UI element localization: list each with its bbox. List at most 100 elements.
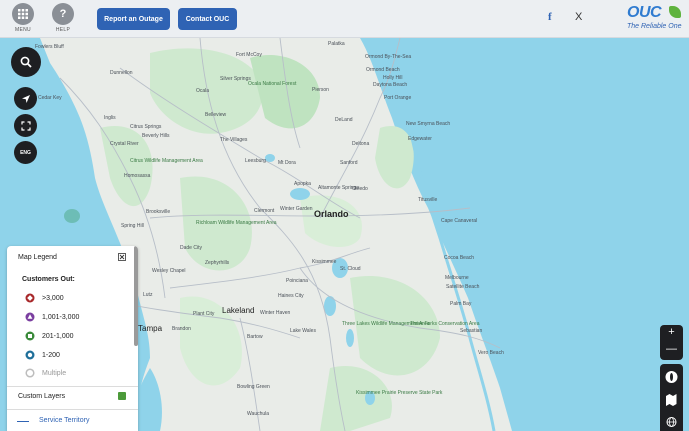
place-label: Deltona xyxy=(352,141,370,147)
place-label: Port Orange xyxy=(384,95,412,101)
place-label: Lake Wales xyxy=(290,328,316,334)
report-outage-button[interactable]: Report an Outage xyxy=(97,8,170,30)
legend-subtitle: Customers Out: xyxy=(22,276,75,283)
place-label: Clermont xyxy=(254,208,275,214)
globe-icon[interactable] xyxy=(660,415,683,429)
legend-title: Map Legend xyxy=(18,254,57,261)
park-label: Three Forks Conservation Area xyxy=(410,321,480,327)
menu-label: MENU xyxy=(15,27,31,33)
place-label: Silver Springs xyxy=(220,76,251,82)
place-label: Tampa xyxy=(138,324,163,333)
place-label: Mt Dora xyxy=(278,160,296,166)
place-label: Orlando xyxy=(314,209,349,219)
legend-item: 1-200 xyxy=(25,350,60,360)
place-label: Dade City xyxy=(180,245,202,251)
fullscreen-icon xyxy=(20,120,31,131)
top-header: MENU ? HELP Report an Outage Contact OUC… xyxy=(0,0,689,38)
legend-item-label: Multiple xyxy=(42,369,67,377)
place-label: Spring Hill xyxy=(121,223,144,229)
place-label: Ormond By-The-Sea xyxy=(365,54,412,60)
divider xyxy=(7,386,138,387)
map-tools xyxy=(660,364,683,431)
search-button[interactable] xyxy=(11,47,41,77)
place-label: Daytona Beach xyxy=(373,82,408,88)
service-territory-line-icon xyxy=(17,421,29,422)
place-label: Brooksville xyxy=(146,209,171,215)
place-label: Satellite Beach xyxy=(446,284,480,290)
place-label: Winter Garden xyxy=(280,206,313,212)
place-label: Bowling Green xyxy=(237,384,270,390)
fullscreen-button[interactable] xyxy=(14,114,37,137)
custom-layers-checkbox[interactable] xyxy=(118,392,126,400)
place-label: Cape Canaveral xyxy=(441,218,478,224)
place-label: St. Cloud xyxy=(340,266,361,272)
locate-button[interactable] xyxy=(14,87,37,110)
legend-item-label: 1-200 xyxy=(42,351,60,359)
zoom-control: + — xyxy=(660,325,683,360)
menu-button[interactable] xyxy=(12,3,34,25)
place-label: Vero Beach xyxy=(478,350,504,356)
ouc-logo[interactable]: OUC xyxy=(627,4,662,22)
facebook-icon[interactable]: f xyxy=(548,11,552,23)
x-twitter-icon[interactable]: X xyxy=(575,11,582,23)
compass-icon[interactable] xyxy=(660,367,683,389)
place-label: Wesley Chapel xyxy=(152,268,186,274)
place-label: Beverly Hills xyxy=(142,133,170,139)
place-label: Wauchula xyxy=(247,411,270,417)
place-label: Crystal River xyxy=(110,141,139,147)
grid-icon xyxy=(18,9,28,19)
place-label: Titusville xyxy=(418,197,438,203)
place-label: New Smyrna Beach xyxy=(406,121,451,127)
leaf-icon xyxy=(669,6,681,18)
custom-layers-label: Custom Layers xyxy=(18,393,66,400)
question-icon: ? xyxy=(59,8,67,20)
place-label: Inglis xyxy=(104,115,116,121)
place-label: Sanford xyxy=(340,160,358,166)
search-icon xyxy=(20,56,32,68)
place-label: Fowlers Bluff xyxy=(35,44,64,50)
language-button[interactable]: ENG xyxy=(14,141,37,164)
place-label: DeLand xyxy=(335,117,353,123)
place-label: The Villages xyxy=(220,137,248,143)
place-label: Edgewater xyxy=(408,136,432,142)
legend-item: 201-1,000 xyxy=(25,331,74,341)
place-label: Ormond Beach xyxy=(366,67,400,73)
layers-icon[interactable] xyxy=(660,392,683,408)
place-label: Cedar Key xyxy=(38,95,62,101)
park-label: Richloam Wildlife Management Area xyxy=(196,220,277,226)
place-label: Poinciana xyxy=(286,278,308,284)
contact-button[interactable]: Contact OUC xyxy=(178,8,237,30)
divider xyxy=(7,409,138,410)
zoom-in-button[interactable]: + xyxy=(660,326,683,338)
place-label: Haines City xyxy=(278,293,304,299)
zoom-out-button[interactable]: — xyxy=(660,343,683,355)
place-label: Belleview xyxy=(205,112,227,118)
place-label: Brandon xyxy=(172,326,191,332)
help-button[interactable]: ? xyxy=(52,3,74,25)
legend-item-label: >3,000 xyxy=(42,294,64,302)
park-label: Kissimmee Prairie Preserve State Park xyxy=(356,390,443,396)
place-label: Homosassa xyxy=(124,173,151,179)
legend-scrollbar[interactable] xyxy=(134,246,138,346)
circle-marker-icon xyxy=(25,350,35,360)
place-label: Lutz xyxy=(143,292,153,298)
logo-tagline: The Reliable One xyxy=(627,23,682,30)
map-legend: Map Legend Customers Out: >3,000 1,001-3… xyxy=(7,246,138,431)
place-label: Leesburg xyxy=(245,158,266,164)
place-label: Sebastian xyxy=(460,328,483,334)
park-label: Citrus Wildlife Management Area xyxy=(130,158,203,164)
legend-item-label: 1,001-3,000 xyxy=(42,313,80,321)
legend-item: Multiple xyxy=(25,368,66,378)
park-label: Three Lakes Wildlife Management Area xyxy=(342,321,430,327)
place-label: Melbourne xyxy=(445,275,469,281)
place-label: Palatka xyxy=(328,41,345,47)
place-label: Lakeland xyxy=(222,306,255,315)
place-label: Bartow xyxy=(247,334,263,340)
park-label: Ocala National Forest xyxy=(248,81,297,87)
place-label: Dunnellon xyxy=(110,70,133,76)
legend-item: >3,000 xyxy=(25,293,64,303)
place-label: Palm Bay xyxy=(450,301,472,307)
legend-item-label: 201-1,000 xyxy=(42,332,74,340)
place-label: Apopka xyxy=(294,181,311,187)
close-icon[interactable] xyxy=(118,253,126,261)
